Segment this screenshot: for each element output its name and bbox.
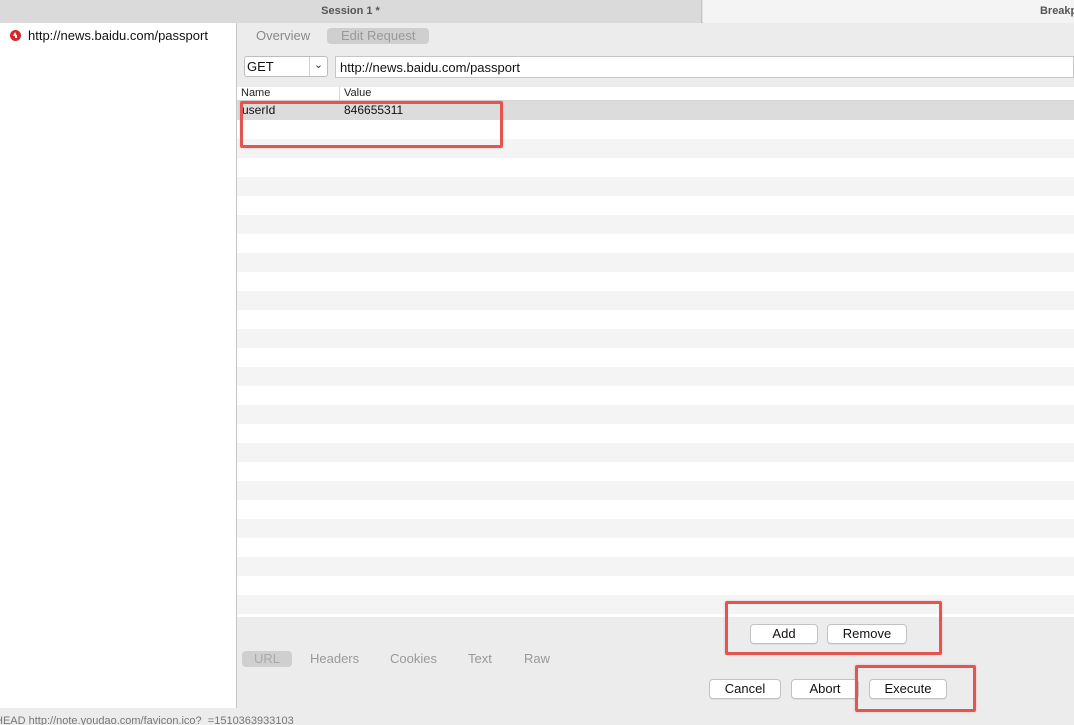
tab-cookies[interactable]: Cookies — [378, 651, 449, 667]
status-text: HEAD http://note.youdao.com/favicon.ico?… — [0, 715, 294, 725]
tab-raw[interactable]: Raw — [512, 651, 562, 667]
params-table: Name Value userId 846655311 — [237, 87, 1074, 617]
column-header-value[interactable]: Value — [344, 87, 371, 99]
app-window: Session 1 * Breakpo http://news.baidu.co… — [0, 0, 1074, 725]
param-value-cell[interactable]: 846655311 — [344, 103, 403, 117]
tab-breakpoints[interactable]: Breakpo — [703, 0, 1074, 23]
status-bar: HEAD http://note.youdao.com/favicon.ico?… — [0, 708, 1074, 725]
tab-headers[interactable]: Headers — [298, 651, 371, 667]
abort-button[interactable]: Abort — [791, 679, 859, 699]
list-item[interactable]: http://news.baidu.com/passport — [0, 25, 236, 45]
cancel-button[interactable]: Cancel — [709, 679, 781, 699]
tab-breakpoints-label: Breakpo — [1039, 5, 1074, 17]
url-input[interactable]: http://news.baidu.com/passport — [335, 56, 1074, 78]
request-list-pane: http://news.baidu.com/passport — [0, 23, 237, 708]
tab-session-1[interactable]: Session 1 * — [0, 0, 702, 23]
remove-button[interactable]: Remove — [827, 624, 907, 644]
table-body — [237, 101, 1074, 617]
table-row[interactable]: userId 846655311 — [237, 101, 1074, 120]
chevron-down-icon: ⌄ — [309, 57, 327, 76]
column-divider[interactable] — [339, 87, 340, 101]
breakpoint-icon — [10, 29, 21, 41]
method-select[interactable]: GET ⌄ — [244, 56, 328, 77]
tab-text[interactable]: Text — [456, 651, 504, 667]
add-button[interactable]: Add — [750, 624, 818, 644]
tab-edit-request[interactable]: Edit Request — [327, 28, 430, 44]
column-header-name[interactable]: Name — [241, 87, 270, 99]
method-value: GET — [247, 59, 274, 74]
tab-overview[interactable]: Overview — [242, 28, 324, 44]
tab-url[interactable]: URL — [242, 651, 293, 667]
session-tab-bar: Session 1 * Breakpo — [0, 0, 1074, 23]
param-name-cell[interactable]: userId — [242, 103, 275, 117]
edit-request-pane: Overview Edit Request GET ⌄ http://news.… — [237, 23, 1074, 708]
list-item-label: http://news.baidu.com/passport — [28, 27, 208, 43]
execute-button[interactable]: Execute — [869, 679, 947, 699]
table-header: Name Value — [237, 87, 1074, 101]
